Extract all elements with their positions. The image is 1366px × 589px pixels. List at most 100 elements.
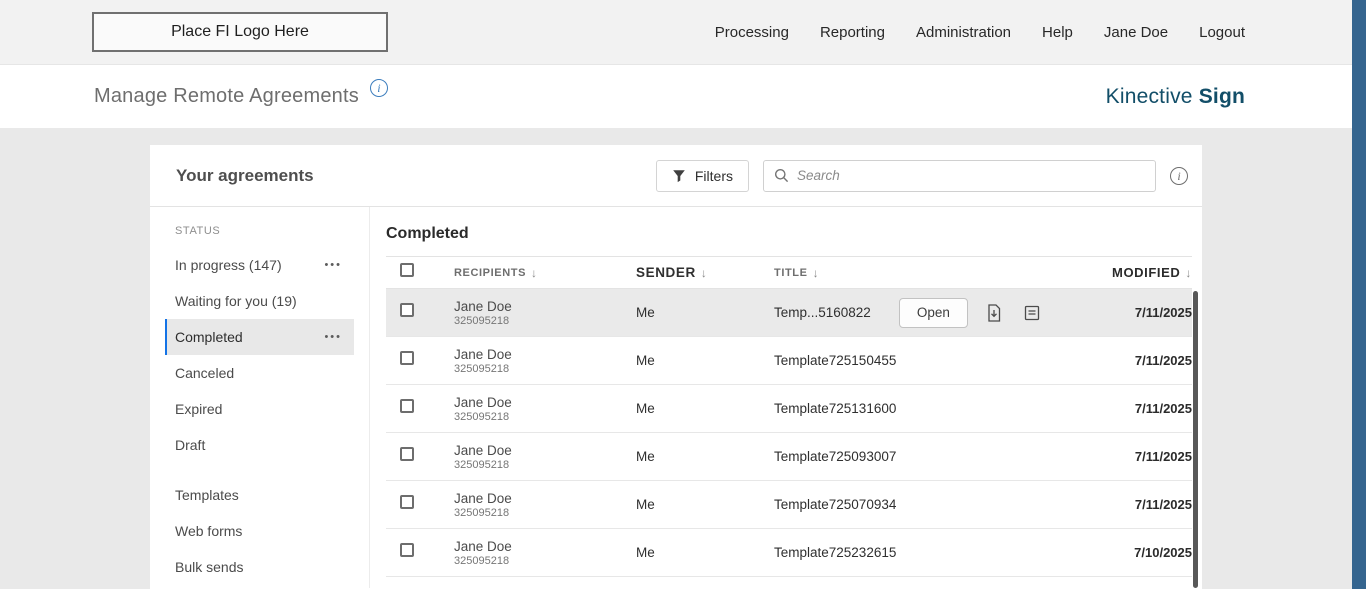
row-checkbox[interactable] (400, 351, 414, 365)
title-cell: Template725232615 (774, 545, 1062, 560)
open-button[interactable]: Open (899, 298, 968, 328)
recipient-id: 325095218 (454, 315, 636, 328)
search-input[interactable] (797, 168, 1145, 183)
column-label: TITLE (774, 267, 808, 279)
sidebar-item-canceled[interactable]: Canceled (165, 355, 354, 391)
recipient-cell: Jane Doe325095218 (454, 346, 636, 376)
search-box (763, 160, 1156, 192)
sidebar-item-draft[interactable]: Draft (165, 427, 354, 463)
sender-cell: Me (636, 353, 774, 368)
title-cell: Template725131600 (774, 401, 1062, 416)
recipient-cell: Jane Doe325095218 (454, 538, 636, 568)
sort-desc-icon: ↓ (701, 266, 708, 280)
agreement-title: Template725232615 (774, 545, 896, 560)
row-checkbox-cell (386, 303, 454, 322)
sidebar-item-label: Completed (175, 329, 243, 345)
recipient-name: Jane Doe (454, 298, 636, 315)
filter-funnel-icon (672, 169, 686, 183)
card-header: Your agreements Filters i (150, 145, 1202, 207)
sender-cell: Me (636, 449, 774, 464)
filters-label: Filters (695, 168, 733, 184)
row-checkbox-cell (386, 447, 454, 466)
modified-cell: 7/11/2025 (1062, 449, 1192, 464)
nav-item-processing[interactable]: Processing (715, 24, 789, 41)
page-info-icon[interactable]: i (370, 79, 388, 97)
agreement-title: Template725093007 (774, 449, 896, 464)
row-checkbox[interactable] (400, 303, 414, 317)
row-checkbox-cell (386, 399, 454, 418)
brand-suffix: Sign (1199, 85, 1245, 108)
more-menu-icon[interactable]: ••• (324, 259, 342, 271)
table-row[interactable]: Jane Doe325095218MeTemplate7250709347/11… (386, 481, 1192, 529)
column-label: MODIFIED (1112, 265, 1180, 280)
row-checkbox[interactable] (400, 495, 414, 509)
sidebar-item-expired[interactable]: Expired (165, 391, 354, 427)
sort-desc-icon: ↓ (813, 266, 820, 280)
select-all-checkbox[interactable] (400, 263, 414, 277)
fi-logo-text: Place FI Logo Here (171, 23, 309, 41)
agreement-title: Template725131600 (774, 401, 896, 416)
agreements-title: Your agreements (176, 166, 642, 186)
agreement-title: Temp...5160822 (774, 305, 871, 320)
table-scrollbar[interactable] (1193, 291, 1198, 588)
notes-icon[interactable] (1020, 301, 1044, 325)
sidebar-item-waiting-for-you-19[interactable]: Waiting for you (19) (165, 283, 354, 319)
column-label: SENDER (636, 265, 696, 280)
section-title: Completed (386, 225, 1192, 243)
sidebar-item-web-forms[interactable]: Web forms (165, 513, 354, 549)
title-cell: Template725150455 (774, 353, 1062, 368)
nav-item-help[interactable]: Help (1042, 24, 1073, 41)
table-row[interactable]: Jane Doe325095218MeTemp...5160822Open7/1… (386, 289, 1192, 337)
sender-cell: Me (636, 545, 774, 560)
table-info-icon[interactable]: i (1170, 167, 1188, 185)
download-pdf-icon[interactable] (982, 301, 1006, 325)
brand-name: Kinective (1106, 85, 1193, 108)
sidebar-item-templates[interactable]: Templates (165, 477, 354, 513)
header-checkbox-cell (386, 263, 454, 282)
nav-item-logout[interactable]: Logout (1199, 24, 1245, 41)
nav-item-reporting[interactable]: Reporting (820, 24, 885, 41)
nav-item-administration[interactable]: Administration (916, 24, 1011, 41)
column-header-recipients[interactable]: RECIPIENTS↓ (454, 266, 636, 280)
sidebar-status-list: In progress (147)•••Waiting for you (19)… (150, 247, 369, 463)
search-icon (774, 168, 789, 183)
sort-desc-icon: ↓ (531, 266, 538, 280)
table-row[interactable]: Jane Doe325095218MeTemplate7252326157/10… (386, 529, 1192, 577)
table-header-row: RECIPIENTS↓SENDER ↓ TITLE ↓ MODIFIED ↓ (386, 256, 1192, 289)
card-body: STATUS In progress (147)•••Waiting for y… (150, 207, 1202, 588)
agreements-table: Completed RECIPIENTS↓SENDER↓TITLE↓MODIFI… (370, 207, 1202, 588)
recipient-id: 325095218 (454, 459, 636, 472)
filters-button[interactable]: Filters (656, 160, 749, 192)
nav-item-jane-doe[interactable]: Jane Doe (1104, 24, 1168, 41)
modified-cell: 7/11/2025 (1062, 305, 1192, 320)
app-window: Place FI Logo Here Processing Reporting Ad… (0, 0, 1366, 589)
top-bar: Place FI Logo Here Processing Reporting Ad… (0, 0, 1366, 65)
column-header-sender[interactable]: SENDER ↓ (636, 265, 774, 280)
agreement-title: Template725070934 (774, 497, 896, 512)
sidebar-item-label: Draft (175, 437, 205, 453)
row-checkbox[interactable] (400, 447, 414, 461)
row-checkbox[interactable] (400, 399, 414, 413)
row-checkbox[interactable] (400, 543, 414, 557)
recipient-cell: Jane Doe325095218 (454, 298, 636, 328)
title-cell: Template725093007 (774, 449, 1062, 464)
column-header-modified[interactable]: MODIFIED ↓ (1062, 265, 1192, 280)
sidebar-item-in-progress-147[interactable]: In progress (147)••• (165, 247, 354, 283)
table-row[interactable]: Jane Doe325095218MeTemplate7251504557/11… (386, 337, 1192, 385)
recipient-cell: Jane Doe325095218 (454, 394, 636, 424)
sidebar-item-completed[interactable]: Completed ••• (165, 319, 354, 355)
sidebar-gap (150, 463, 369, 477)
table-row[interactable]: Jane Doe325095218MeTemplate7251316007/11… (386, 385, 1192, 433)
agreements-card: Your agreements Filters i STATU (150, 145, 1202, 589)
table-row[interactable]: Jane Doe325095218MeTemplate7250930077/11… (386, 433, 1192, 481)
column-header-title[interactable]: TITLE ↓ (774, 266, 1062, 280)
recipient-id: 325095218 (454, 363, 636, 376)
sidebar-item-bulk-sends[interactable]: Bulk sends (165, 549, 354, 585)
sort-desc-icon: ↓ (1185, 266, 1192, 280)
table-body: Jane Doe325095218MeTemp...5160822Open7/1… (386, 289, 1192, 577)
sidebar-item-label: Expired (175, 401, 222, 417)
more-menu-icon[interactable]: ••• (324, 331, 342, 343)
modified-cell: 7/11/2025 (1062, 401, 1192, 416)
row-checkbox-cell (386, 543, 454, 562)
sidebar-secondary-list: TemplatesWeb formsBulk sends (150, 477, 369, 585)
